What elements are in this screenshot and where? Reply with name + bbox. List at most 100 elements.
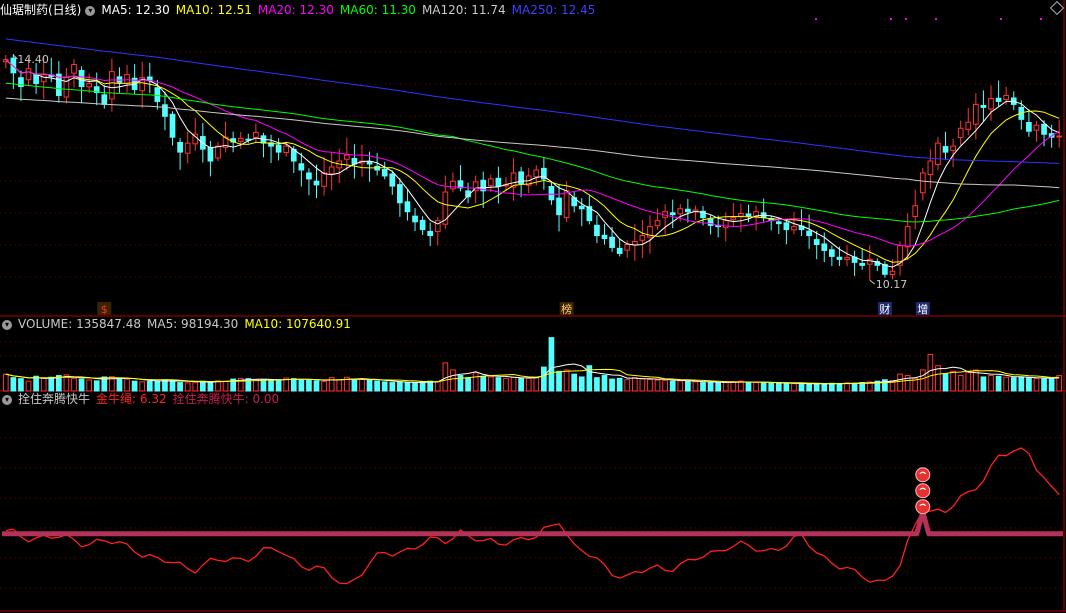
volume-bar (192, 381, 199, 392)
volume-bar (1033, 377, 1040, 392)
volume-bar (177, 382, 183, 392)
candle-body (25, 68, 32, 81)
candle-body (722, 220, 729, 229)
volume-bar (116, 378, 123, 392)
volume-bar (381, 381, 388, 392)
volume-bar (578, 376, 585, 392)
candle-body (419, 219, 426, 231)
candle-body (601, 234, 608, 240)
volume-bar (124, 378, 130, 392)
volume-bar (760, 382, 767, 392)
volume-bar (154, 380, 161, 392)
volume-bar (745, 381, 752, 392)
volume-bar (450, 369, 456, 392)
volume-bar (71, 377, 77, 392)
candle-body (972, 103, 979, 125)
candle-body (859, 262, 866, 266)
candle-body (791, 226, 797, 231)
volume-bar (836, 382, 843, 392)
ma-line-ma5 (5, 59, 1060, 268)
volume-settings-circle-icon[interactable]: ▾ (2, 319, 12, 330)
volume-bar (487, 376, 494, 392)
ma20-label: MA20: 12.30 (257, 3, 334, 17)
ma10-label: MA10: 12.51 (175, 3, 252, 17)
volume-bar (1048, 378, 1055, 392)
candle-body (1003, 94, 1010, 101)
volume-bar (10, 377, 17, 392)
candle-body (343, 154, 350, 160)
candle-body (101, 94, 108, 105)
volume-bar (2, 373, 9, 392)
volume-bar (351, 378, 358, 392)
candle-body (738, 212, 744, 217)
top-dot-marker (935, 18, 937, 20)
ma60-label: MA60: 11.30 (339, 3, 416, 17)
volume-bar (510, 376, 517, 392)
volume-bar (594, 377, 600, 392)
volume-bar (571, 373, 578, 392)
volume-bar (268, 379, 274, 392)
candle-body (730, 217, 737, 221)
candle-body (389, 173, 396, 187)
volume-bar (980, 376, 987, 392)
candle-body (556, 197, 562, 216)
indicator-bull-label: 拴住奔腾快牛: 0.00 (172, 392, 280, 406)
candle-body (366, 161, 373, 165)
top-dot-marker (905, 18, 907, 20)
volume-bar (730, 381, 737, 392)
volume-bar (503, 377, 509, 392)
candle-body (919, 172, 926, 194)
volume-ma10-label: MA10: 107640.91 (244, 317, 351, 331)
volume-bar (715, 382, 722, 392)
candle-body (813, 239, 820, 245)
candle-body (33, 73, 39, 85)
indicator-name: 拴住奔腾快牛 (18, 392, 91, 406)
volume-bar (851, 382, 858, 392)
event-tag: 榜 (561, 302, 572, 316)
top-dot-marker (890, 18, 892, 20)
volume-bar (465, 377, 471, 392)
candle-body (495, 177, 502, 187)
indicator-panel-header: ▾ 拴住奔腾快牛 金牛绳: 6.32 拴住奔腾快牛: 0.00 (0, 391, 285, 407)
candle-body (935, 142, 941, 166)
volume-bar (207, 381, 214, 392)
volume-bar (813, 383, 820, 392)
volume-bar (78, 378, 85, 392)
indicator-settings-circle-icon[interactable]: ▾ (2, 394, 12, 405)
candle-body (275, 144, 282, 153)
low-price-label: 10.17 (876, 278, 908, 291)
candle-body (639, 235, 646, 241)
volume-bar (290, 378, 297, 392)
candle-body (124, 74, 130, 84)
candle-body (980, 104, 987, 108)
volume-bar (669, 380, 676, 392)
volume-bar (685, 380, 691, 392)
volume-bar (215, 380, 221, 392)
candle-body (184, 142, 191, 154)
volume-bar (419, 381, 426, 392)
top-dot-marker (815, 18, 817, 20)
volume-bar (829, 382, 835, 392)
volume-bar (950, 370, 956, 392)
top-dot-marker (1040, 18, 1042, 20)
volume-bar (647, 378, 653, 392)
volume-bar (495, 377, 502, 392)
volume-bar (404, 382, 411, 392)
volume-bar (700, 382, 706, 392)
volume-bar (692, 381, 699, 392)
candle-body (321, 172, 327, 187)
volume-bar (33, 375, 39, 392)
candle-body (313, 180, 320, 186)
candle-body (942, 146, 949, 153)
candle-body (283, 145, 290, 154)
settings-circle-icon[interactable]: ▾ (85, 5, 96, 16)
volume-bar (609, 378, 615, 392)
volume-bar (48, 376, 55, 392)
volume-bar (624, 379, 631, 392)
candle-body (548, 186, 555, 201)
volume-bar (313, 380, 320, 392)
high-price-label: 14.40 (17, 53, 49, 66)
candle-body (169, 113, 176, 138)
candle-body (677, 208, 684, 215)
volume-bar (139, 381, 146, 392)
